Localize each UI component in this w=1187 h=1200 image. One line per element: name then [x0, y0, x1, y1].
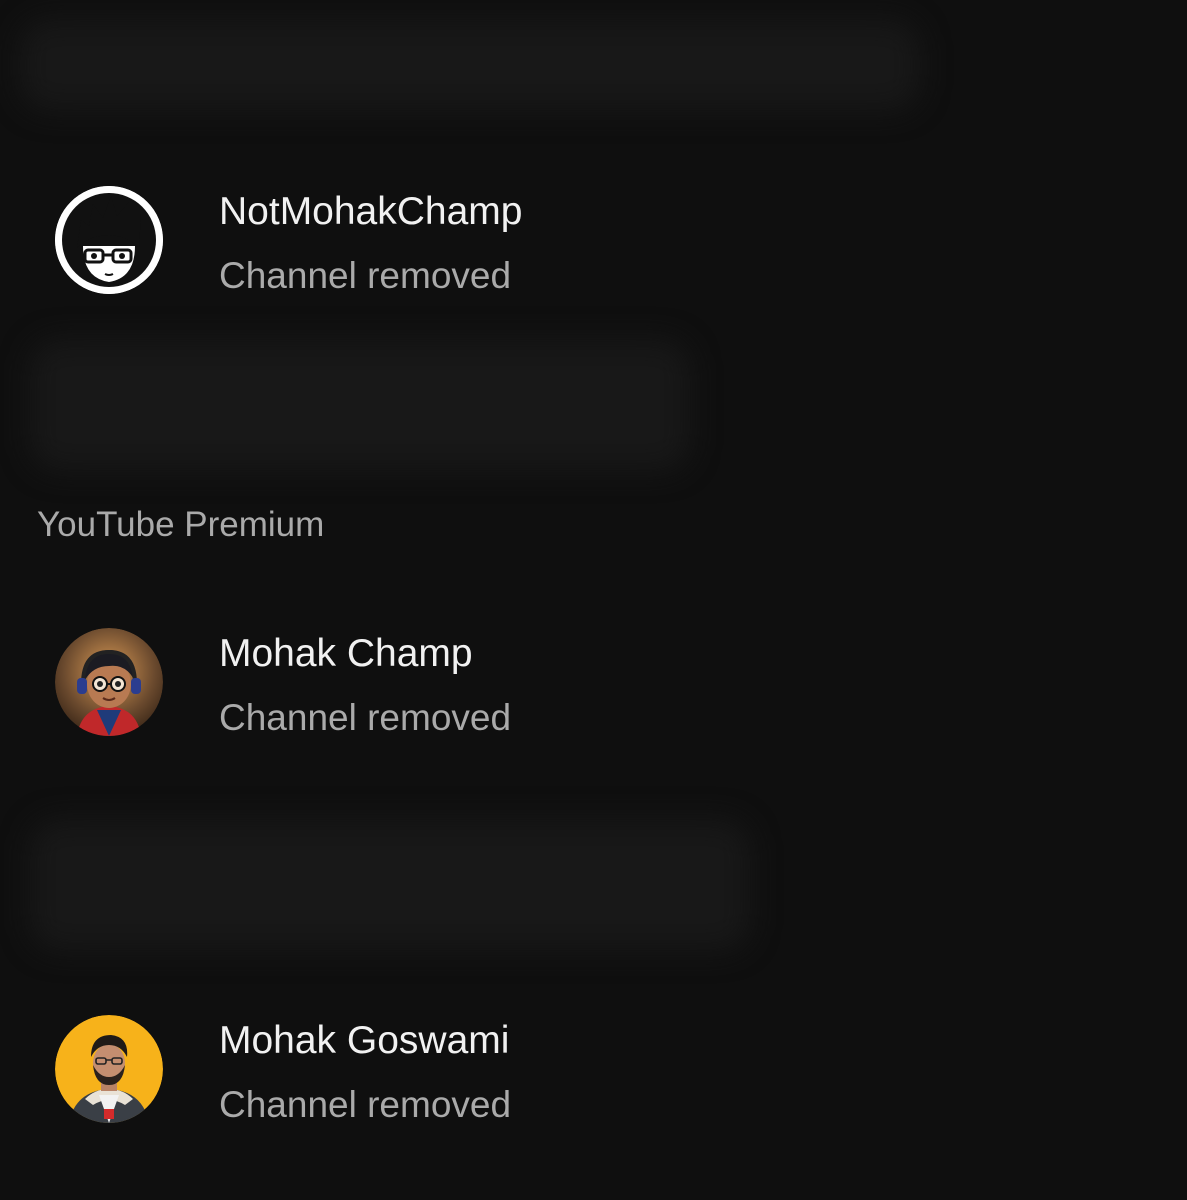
account-status: Channel removed: [219, 255, 512, 296]
redacted-area-middle: [30, 340, 690, 470]
redacted-area-lower: [30, 820, 750, 950]
account-name: Mohak Goswami: [219, 1019, 510, 1062]
account-status: Channel removed: [219, 1084, 512, 1125]
photo-avatar-yellow-icon: [55, 1015, 163, 1123]
account-name: NotMohakChamp: [219, 190, 523, 233]
cartoon-avatar-white-icon: [55, 186, 163, 294]
section-header-youtube-premium: YouTube Premium: [37, 505, 325, 544]
redacted-area-top: [20, 20, 920, 110]
account-row-mohak-champ[interactable]: Mohak Champ Channel removed: [0, 628, 1187, 748]
account-switcher-page: NotMohakChamp Channel removed YouTube Pr…: [0, 0, 1187, 1200]
3d-cartoon-avatar-icon: [55, 628, 163, 736]
account-row-mohak-goswami[interactable]: Mohak Goswami Channel removed: [0, 1015, 1187, 1135]
account-name: Mohak Champ: [219, 632, 473, 675]
account-row-notmohakchamp[interactable]: NotMohakChamp Channel removed: [0, 186, 1187, 306]
account-status: Channel removed: [219, 697, 512, 738]
